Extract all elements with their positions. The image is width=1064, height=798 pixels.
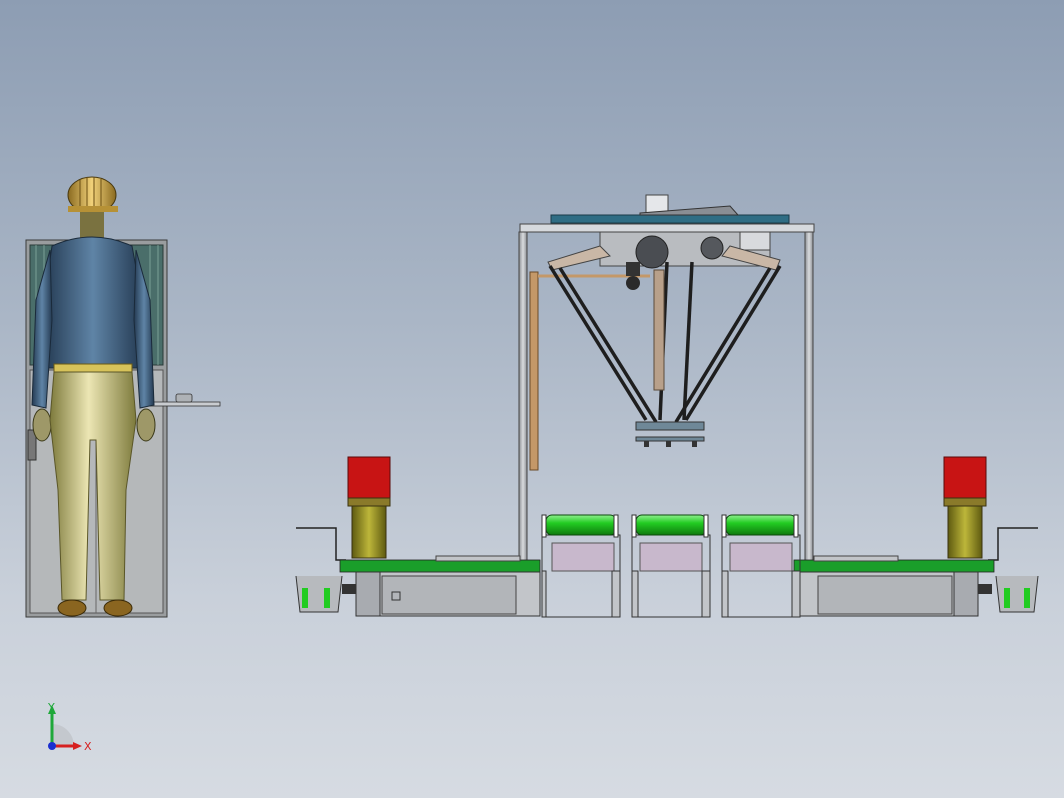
delta-robot[interactable] — [547, 194, 782, 447]
servo-motor-right — [700, 236, 724, 260]
left-motor — [347, 456, 391, 504]
roller-station-2[interactable] — [631, 514, 711, 618]
right-collection-bin[interactable] — [995, 575, 1039, 613]
right-motor-assembly[interactable] — [943, 456, 987, 559]
left-gearbox — [351, 505, 387, 559]
right-motor — [943, 456, 987, 504]
roller-station-3[interactable] — [721, 514, 801, 618]
triad-x-label: X — [84, 740, 92, 753]
cad-viewport[interactable]: Y X — [0, 0, 1064, 798]
green-roller — [545, 514, 617, 536]
left-collection-bin[interactable] — [295, 575, 343, 613]
right-gearbox — [947, 505, 983, 559]
triad-y-label: Y — [47, 701, 55, 714]
robot-mounting-plate[interactable] — [550, 214, 790, 224]
cad-model-scene[interactable]: Y X — [0, 0, 1064, 798]
green-roller — [725, 514, 797, 536]
green-roller — [635, 514, 707, 536]
left-motor-assembly[interactable] — [347, 456, 391, 559]
servo-motor-left — [635, 235, 669, 269]
roller-station-1[interactable] — [541, 514, 621, 618]
